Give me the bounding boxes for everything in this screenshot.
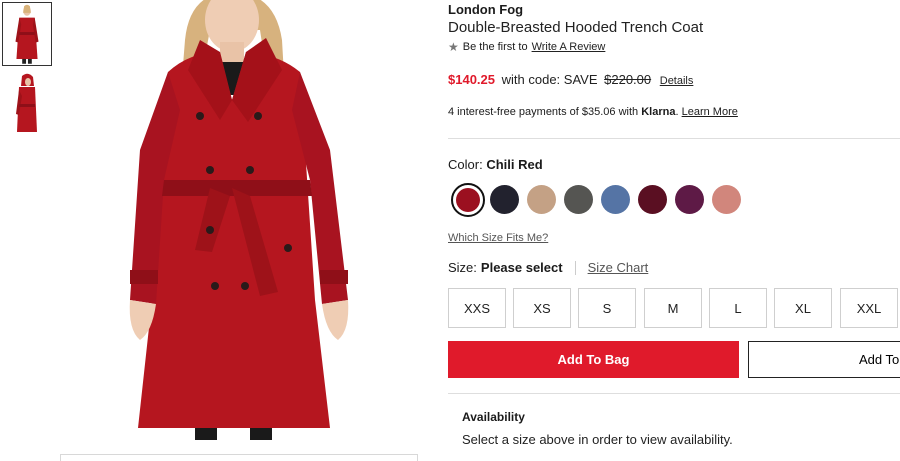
star-icon: ★ bbox=[448, 40, 459, 54]
size-label: Size: bbox=[448, 260, 477, 275]
learn-more-link[interactable]: Learn More bbox=[682, 106, 738, 118]
size-xxs-button[interactable]: XXS bbox=[448, 288, 506, 328]
size-label-row: Size: Please select Size Chart bbox=[448, 260, 648, 275]
klarna-text: 4 interest-free payments of $35.06 with bbox=[448, 106, 639, 118]
swatch-tan[interactable] bbox=[527, 185, 556, 214]
swatch-gray[interactable] bbox=[564, 185, 593, 214]
details-link[interactable]: Details bbox=[660, 75, 694, 87]
availability-text: Select a size above in order to view ava… bbox=[462, 432, 733, 447]
original-price: $220.00 bbox=[604, 72, 652, 87]
product-title: Double-Breasted Hooded Trench Coat bbox=[448, 19, 704, 36]
size-chart-link[interactable]: Size Chart bbox=[588, 260, 649, 275]
size-m-button[interactable]: M bbox=[644, 288, 702, 328]
klarna-row: 4 interest-free payments of $35.06 with … bbox=[448, 106, 738, 118]
review-prefix: Be the first to bbox=[462, 41, 528, 53]
add-to-bag-button[interactable]: Add To Bag bbox=[448, 341, 739, 378]
size-xl-button[interactable]: XL bbox=[774, 288, 832, 328]
which-size-link[interactable]: Which Size Fits Me? bbox=[448, 232, 548, 244]
color-swatches bbox=[448, 183, 900, 217]
promo-code-text: with code: SAVE bbox=[501, 72, 598, 87]
swatch-rose[interactable] bbox=[712, 185, 741, 214]
size-options: XXS XS S M L XL XXL bbox=[448, 288, 900, 328]
write-review-link[interactable]: Write A Review bbox=[532, 41, 606, 53]
size-s-button[interactable]: S bbox=[578, 288, 636, 328]
swatch-navy[interactable] bbox=[490, 185, 519, 214]
thumbnail-front[interactable] bbox=[2, 2, 52, 66]
klarna-logo: Klarna bbox=[641, 106, 676, 118]
image-carousel-frame bbox=[60, 454, 418, 461]
availability-title: Availability bbox=[462, 410, 525, 424]
swatch-blue[interactable] bbox=[601, 185, 630, 214]
size-xxl-button[interactable]: XXL bbox=[840, 288, 898, 328]
price-row: $140.25 with code: SAVE $220.00 Details bbox=[448, 72, 693, 87]
swatch-plum[interactable] bbox=[675, 185, 704, 214]
size-selected: Please select bbox=[480, 260, 563, 275]
add-to-list-button[interactable]: Add To bbox=[748, 341, 900, 378]
review-row: ★ Be the first to Write A Review bbox=[448, 40, 605, 54]
swatch-burgundy[interactable] bbox=[638, 185, 667, 214]
selected-color-name: Chili Red bbox=[486, 157, 543, 172]
color-label: Color: Chili Red bbox=[448, 157, 543, 172]
thumbnail-side[interactable] bbox=[2, 72, 52, 136]
product-brand[interactable]: London Fog bbox=[448, 2, 523, 17]
size-xs-button[interactable]: XS bbox=[513, 288, 571, 328]
separator bbox=[574, 260, 576, 275]
divider bbox=[448, 138, 900, 139]
sale-price: $140.25 bbox=[448, 72, 495, 87]
color-label-prefix: Color: bbox=[448, 157, 483, 172]
divider bbox=[448, 393, 900, 394]
size-l-button[interactable]: L bbox=[709, 288, 767, 328]
swatch-chili-red[interactable] bbox=[451, 183, 485, 217]
product-main-image[interactable] bbox=[60, 0, 420, 440]
